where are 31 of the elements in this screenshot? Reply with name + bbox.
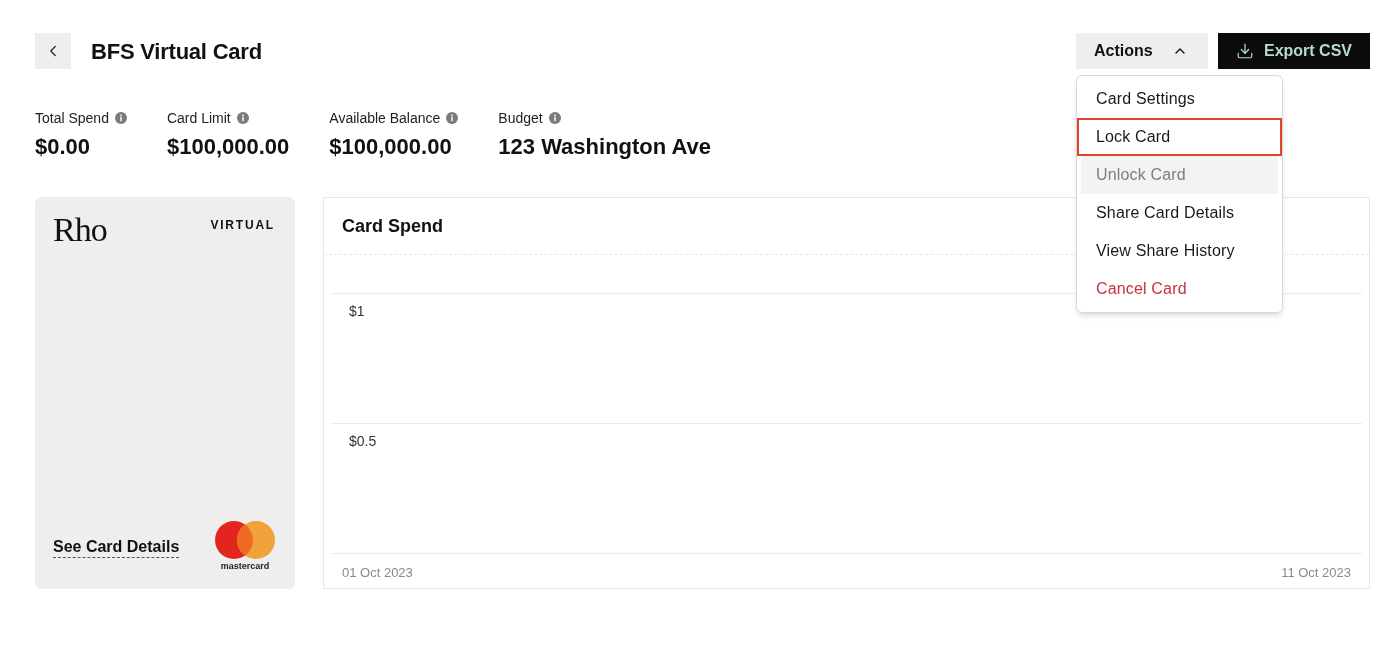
menu-item[interactable]: View Share History	[1077, 232, 1282, 270]
x-axis-label: 11 Oct 2023	[1281, 564, 1351, 582]
stat-label: Budget	[498, 109, 543, 128]
stat-value: $100,000.00	[166, 133, 290, 161]
page-title: BFS Virtual Card	[91, 37, 262, 66]
info-icon[interactable]	[114, 112, 127, 124]
menu-item[interactable]: Card Settings	[1077, 80, 1282, 118]
stat-label: Available Balance	[329, 109, 441, 128]
stat-label: Total Spend	[35, 109, 109, 128]
card-type-label: VIRTUAL	[210, 217, 275, 234]
actions-button[interactable]: Actions	[1076, 33, 1208, 69]
y-axis-label: $0.5	[349, 433, 377, 449]
stat-label: Card Limit	[166, 109, 231, 128]
menu-item[interactable]: Lock Card	[1077, 118, 1282, 156]
stat-value: $100,000.00	[329, 133, 453, 161]
stat-value: $0.00	[35, 133, 92, 161]
logo-wordmark: mastercard	[220, 560, 270, 572]
info-icon[interactable]	[446, 112, 459, 124]
download-icon	[1236, 42, 1254, 60]
menu-item[interactable]: Cancel Card	[1077, 270, 1282, 308]
x-axis-label: 01 Oct 2023	[342, 564, 413, 582]
y-axis-label: $1	[349, 303, 365, 319]
menu-item[interactable]: Share Card Details	[1077, 194, 1282, 232]
chart-title: Card Spend	[342, 214, 443, 238]
stat-value: 123 Washington Ave	[498, 133, 712, 161]
info-icon[interactable]	[548, 112, 561, 124]
card-details-link[interactable]: See Card Details	[53, 537, 180, 558]
logo-text: Rho	[53, 213, 107, 247]
export-csv-button[interactable]: Export CSV	[1218, 33, 1370, 69]
info-icon[interactable]	[236, 112, 249, 124]
overlapping-circles-icon	[215, 521, 275, 559]
